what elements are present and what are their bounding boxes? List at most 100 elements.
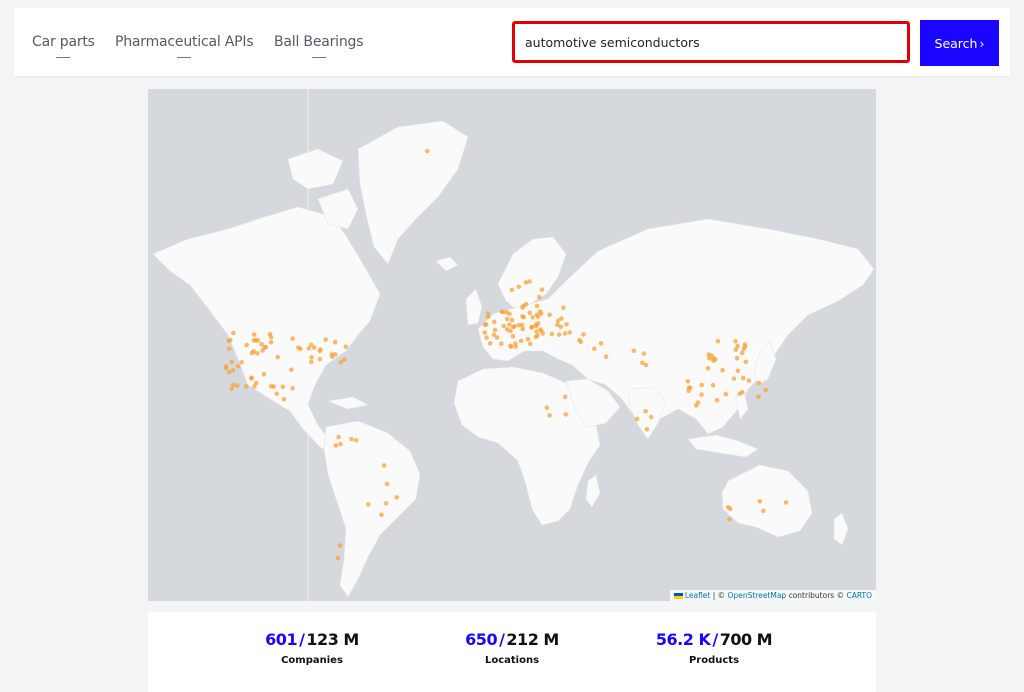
company-marker[interactable] [223, 365, 229, 371]
company-marker[interactable] [226, 346, 232, 352]
tab-pharmaceutical-apis[interactable]: Pharmaceutical APIs [115, 34, 254, 58]
company-marker[interactable] [366, 502, 371, 507]
company-marker[interactable] [290, 386, 295, 391]
company-marker[interactable] [259, 341, 264, 347]
company-marker[interactable] [527, 279, 532, 284]
company-marker[interactable] [561, 305, 566, 311]
company-marker[interactable] [306, 346, 312, 351]
company-marker[interactable] [699, 392, 704, 397]
company-marker[interactable] [555, 322, 560, 327]
company-marker[interactable] [714, 397, 720, 403]
company-marker[interactable] [482, 330, 488, 335]
company-marker[interactable] [309, 359, 314, 365]
company-marker[interactable] [343, 344, 349, 350]
company-marker[interactable] [261, 372, 267, 377]
company-marker[interactable] [746, 378, 752, 383]
company-marker[interactable] [508, 344, 514, 349]
company-marker[interactable] [336, 434, 341, 440]
company-marker[interactable] [275, 354, 280, 360]
company-marker[interactable] [761, 508, 766, 514]
company-marker[interactable] [695, 400, 701, 405]
company-marker[interactable] [485, 314, 491, 320]
company-marker[interactable] [739, 350, 745, 356]
company-marker[interactable] [383, 501, 389, 506]
company-marker[interactable] [484, 335, 489, 340]
search-input[interactable] [512, 21, 910, 63]
world-map[interactable]: Leaflet | © OpenStreetMap contributors ©… [148, 89, 876, 601]
company-marker[interactable] [290, 336, 295, 341]
company-marker[interactable] [539, 287, 545, 292]
company-marker[interactable] [727, 517, 732, 522]
company-marker[interactable] [735, 343, 740, 349]
company-marker[interactable] [269, 384, 274, 389]
company-marker[interactable] [523, 301, 529, 307]
company-marker[interactable] [337, 543, 343, 548]
company-marker[interactable] [562, 331, 568, 336]
company-marker[interactable] [317, 356, 323, 362]
company-marker[interactable] [330, 354, 335, 360]
company-marker[interactable] [239, 360, 244, 365]
company-marker[interactable] [709, 353, 714, 358]
company-marker[interactable] [349, 436, 354, 442]
company-marker[interactable] [353, 438, 359, 443]
company-marker[interactable] [527, 341, 533, 347]
company-marker[interactable] [231, 330, 236, 336]
company-marker[interactable] [737, 391, 742, 397]
company-marker[interactable] [549, 331, 555, 337]
company-marker[interactable] [230, 382, 236, 388]
company-marker[interactable] [763, 387, 768, 393]
company-marker[interactable] [562, 394, 568, 400]
company-marker[interactable] [563, 412, 569, 417]
company-marker[interactable] [513, 344, 518, 349]
company-marker[interactable] [547, 312, 552, 318]
company-marker[interactable] [338, 441, 343, 447]
company-marker[interactable] [743, 359, 749, 365]
company-marker[interactable] [603, 354, 609, 360]
company-marker[interactable] [504, 309, 509, 315]
company-marker[interactable] [505, 316, 510, 322]
company-marker[interactable] [631, 348, 637, 354]
company-marker[interactable] [501, 323, 507, 329]
company-marker[interactable] [487, 341, 493, 346]
company-marker[interactable] [592, 346, 597, 352]
company-marker[interactable] [228, 337, 233, 343]
company-marker[interactable] [720, 367, 725, 373]
company-marker[interactable] [235, 364, 241, 369]
company-marker[interactable] [540, 331, 546, 336]
company-marker[interactable] [509, 317, 515, 323]
company-marker[interactable] [379, 512, 384, 518]
company-marker[interactable] [509, 287, 515, 293]
company-marker[interactable] [648, 414, 654, 420]
company-marker[interactable] [342, 357, 347, 362]
company-marker[interactable] [735, 368, 741, 374]
openstreetmap-link[interactable]: OpenStreetMap [728, 591, 787, 600]
company-marker[interactable] [499, 341, 504, 346]
company-marker[interactable] [244, 342, 249, 348]
company-marker[interactable] [234, 383, 240, 388]
company-marker[interactable] [527, 310, 533, 316]
company-marker[interactable] [226, 369, 232, 375]
company-marker[interactable] [268, 339, 274, 345]
company-marker[interactable] [567, 330, 572, 335]
company-marker[interactable] [510, 324, 516, 330]
company-marker[interactable] [492, 327, 498, 333]
company-marker[interactable] [335, 555, 341, 561]
company-marker[interactable] [229, 359, 234, 365]
company-marker[interactable] [482, 322, 488, 328]
company-marker[interactable] [538, 327, 543, 332]
company-marker[interactable] [494, 335, 500, 340]
tab-ball-bearings[interactable]: Ball Bearings [274, 34, 364, 58]
company-marker[interactable] [274, 391, 280, 397]
company-marker[interactable] [556, 332, 562, 337]
company-marker[interactable] [641, 351, 647, 356]
company-marker[interactable] [559, 316, 564, 321]
company-marker[interactable] [640, 360, 645, 366]
company-marker[interactable] [332, 339, 338, 345]
company-marker[interactable] [705, 366, 711, 371]
company-marker[interactable] [521, 314, 526, 320]
company-marker[interactable] [516, 284, 522, 290]
company-marker[interactable] [581, 332, 586, 337]
company-marker[interactable] [251, 332, 257, 337]
company-marker[interactable] [733, 338, 738, 344]
company-marker[interactable] [296, 345, 301, 350]
